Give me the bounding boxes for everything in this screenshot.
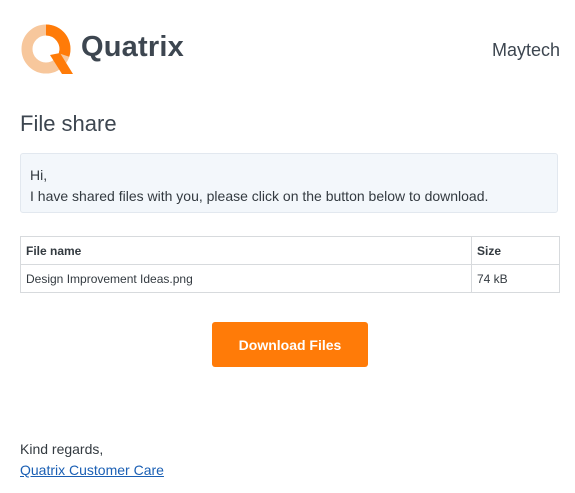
logo-wordmark: Quatrix (81, 31, 184, 63)
table-header-row: File name Size (20, 236, 560, 265)
page-title: File share (20, 111, 117, 136)
message-greeting: Hi, (30, 167, 48, 183)
quatrix-q-icon (21, 24, 73, 74)
download-files-button[interactable]: Download Files (212, 322, 368, 367)
closing-text: Kind regards, (20, 441, 104, 457)
message-body: I have shared files with you, please cli… (30, 188, 489, 204)
message-box: Hi, I have shared files with you, please… (20, 153, 558, 213)
column-header-file-name: File name (20, 236, 472, 265)
column-header-size: Size (471, 236, 560, 265)
table-row: Design Improvement Ideas.png 74 kB (20, 264, 560, 293)
email-header: Quatrix Maytech (20, 24, 560, 78)
company-name: Maytech (491, 40, 560, 60)
email-signoff: Kind regards, Quatrix Customer Care (20, 439, 164, 481)
file-size-cell: 74 kB (471, 264, 560, 293)
customer-care-link[interactable]: Quatrix Customer Care (20, 462, 164, 478)
quatrix-logo: Quatrix (20, 24, 185, 78)
file-name-cell: Design Improvement Ideas.png (20, 264, 472, 293)
file-table: File name Size Design Improvement Ideas.… (20, 236, 560, 293)
